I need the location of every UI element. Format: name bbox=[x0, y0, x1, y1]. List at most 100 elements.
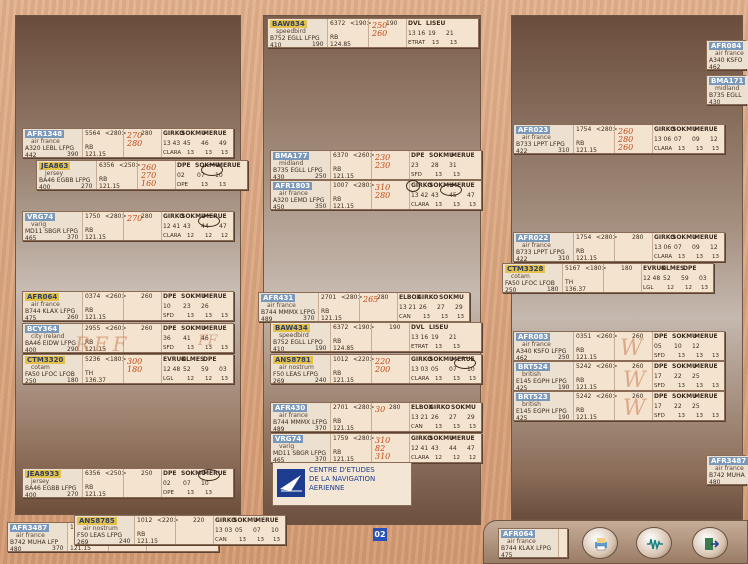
company: cotam bbox=[31, 364, 50, 371]
time-3: 12 bbox=[692, 343, 700, 350]
company: british bbox=[522, 401, 541, 408]
flight-strip-ctm3320[interactable]: CTM3320 cotam FA50 LFOC LFOB 250 5236 <18… bbox=[22, 354, 234, 385]
beacon-3: MERUE bbox=[203, 325, 227, 332]
frequency: 121.15 bbox=[321, 315, 342, 322]
flight-strip-brt524[interactable]: BRT524 british E145 EGPH LFPG 425 5242 <2… bbox=[513, 361, 725, 392]
departure: MMMX bbox=[278, 309, 299, 316]
min-2: 13 bbox=[205, 490, 212, 496]
flight-strip-vrg74b[interactable]: VRG74 varig MD11 SBGR LFPG 465 1759 <280>… bbox=[270, 433, 482, 464]
speed-line: 462 bbox=[709, 64, 748, 71]
sector: LGL bbox=[163, 376, 174, 382]
company: varig bbox=[31, 221, 47, 228]
beacon-2: LISEU bbox=[426, 20, 446, 27]
flight-strip-ctm3328[interactable]: CTM3328 cotam FA50 LFOC LFOB 250 5167 <18… bbox=[502, 263, 714, 294]
time-2: 45 bbox=[183, 140, 191, 147]
flight-strip-ans8781[interactable]: ANS8781 air nostrum F50 LEAS LFPG 269 10… bbox=[270, 354, 482, 385]
sector: SFD bbox=[654, 413, 665, 419]
flight-strip-afr064[interactable]: AFR064 air france B744 KLAX LFPG 475 037… bbox=[22, 291, 234, 322]
aircraft-type: F50 bbox=[77, 532, 89, 539]
beacon-3: MERUE bbox=[203, 130, 227, 137]
flight-strip-bma177[interactable]: BMA177 midland B735 EGLL LFPG 430 6370 <2… bbox=[270, 150, 482, 181]
page-indicator[interactable]: 02 bbox=[373, 528, 387, 541]
min-3: 13 bbox=[457, 314, 464, 320]
col-divider bbox=[161, 292, 162, 320]
col-divider bbox=[409, 323, 410, 351]
cruise-level: 190 bbox=[558, 384, 570, 391]
strip-bay-left[interactable] bbox=[15, 15, 241, 515]
exit-button[interactable] bbox=[692, 527, 728, 559]
time-3: 09 bbox=[692, 244, 700, 251]
departure: EGLL bbox=[290, 167, 306, 174]
waveform-button[interactable] bbox=[636, 527, 672, 559]
flight-strip-afr023[interactable]: AFR023 air france B733 LPPT LFPG 422 175… bbox=[513, 124, 725, 155]
handwritten-level-2: 280 bbox=[375, 191, 391, 200]
sector: ETRAT bbox=[408, 40, 426, 46]
callsign: VRG74 bbox=[25, 213, 56, 221]
handwritten-level-2: 280 bbox=[618, 135, 634, 144]
handwritten-level-3: 260 bbox=[618, 143, 634, 152]
time-3: 10 bbox=[201, 480, 209, 487]
flight-strip-afr431[interactable]: AFR431 air france B744 MMMX LFPG 489 270… bbox=[258, 292, 470, 323]
handwritten-w-1: W bbox=[620, 336, 643, 361]
company: air nostrum bbox=[83, 525, 118, 532]
min-1: 13 bbox=[678, 383, 685, 389]
aircraft-type: BA46 bbox=[25, 340, 41, 347]
col-divider bbox=[371, 151, 372, 179]
sector: CLARA bbox=[411, 202, 430, 208]
cruise-level: 240 bbox=[315, 377, 327, 384]
aircraft-type: B744 bbox=[25, 308, 41, 315]
speed: 400 bbox=[25, 492, 37, 499]
company: air france bbox=[267, 302, 296, 309]
logo-line-1: CENTRE D'ETUDES bbox=[309, 466, 375, 474]
time-4: 29 bbox=[455, 304, 463, 311]
circle-annotation bbox=[406, 180, 420, 192]
flight-strip-afr083[interactable]: AFR083 air france A340 KSFO LFPG 462 035… bbox=[513, 331, 725, 362]
time-1: 13 06 bbox=[654, 136, 672, 143]
flight-strip-afr084[interactable]: AFR084 air france A340 KSFO 462 bbox=[706, 40, 748, 71]
cruise-level: 190 bbox=[558, 414, 570, 421]
flight-strip-baw434[interactable]: BAW434 speedbird B752 EGLL LFPO 410 6372… bbox=[270, 322, 482, 353]
departure: MMMX bbox=[290, 419, 311, 426]
flight-strip-brt523[interactable]: BRT523 british E145 EGPH LFPG 425 5242 <2… bbox=[513, 391, 725, 422]
flight-strip-ans8785[interactable]: ANS8785 air nostrum F50 LEAS LFPG 269 10… bbox=[74, 515, 286, 546]
squawk: 0374 bbox=[85, 293, 101, 300]
time-1: 23 bbox=[411, 162, 419, 169]
time-2: 19 bbox=[431, 334, 439, 341]
min-2: 13 bbox=[441, 314, 448, 320]
sector: CLARA bbox=[654, 146, 673, 152]
departure: LEBL bbox=[42, 145, 58, 152]
flight-strip-baw834[interactable]: BAW834 speedbird B752 EGLL LFPG 410 6372… bbox=[267, 18, 479, 49]
flight-strip-afr3487r[interactable]: AFR3487 air france B742 MUHA 480 bbox=[706, 455, 748, 486]
sector: SFD bbox=[163, 313, 174, 319]
time-1: 12 41 bbox=[163, 223, 181, 230]
time-4: 10 bbox=[271, 527, 279, 534]
time-2: 52 bbox=[183, 366, 191, 373]
time-2: 28 bbox=[431, 162, 439, 169]
min-3: 12 bbox=[469, 455, 476, 461]
beacon-3: SOKMU bbox=[451, 404, 476, 411]
flight-strip-afr022[interactable]: AFR022 air france B733 LPPT LFPG 422 175… bbox=[513, 232, 725, 263]
min-1: 12 bbox=[187, 233, 194, 239]
flight-strip-afr430[interactable]: AFR430 air france B744 MMMX LFPG 489 270… bbox=[270, 402, 482, 433]
flight-strip-bma171[interactable]: BMA171 midland B735 EGLL 430 bbox=[706, 75, 748, 106]
beacon-2: OLMES bbox=[661, 265, 685, 272]
time-4: 49 bbox=[219, 140, 227, 147]
handwritten-level-1: 30 bbox=[375, 405, 386, 414]
col-divider bbox=[409, 434, 410, 462]
cleared-level: 280 bbox=[377, 294, 389, 301]
print-button[interactable] bbox=[582, 527, 618, 559]
flight-strip-afr064b[interactable]: AFR064 air france B744 KLAX LFPG 475 bbox=[498, 528, 568, 559]
aircraft-type: BA46 bbox=[25, 485, 41, 492]
departure: KSFO bbox=[726, 57, 743, 64]
sector: CAN bbox=[411, 424, 423, 430]
rb-code: RB bbox=[576, 347, 585, 354]
callsign: AFR023 bbox=[516, 126, 551, 134]
frequency: 124.85 bbox=[330, 41, 351, 48]
strip-callsign-block: AFR064 air france B744 KLAX LFPG 475 bbox=[499, 529, 559, 559]
col-divider bbox=[652, 332, 653, 360]
aircraft-type: E145 bbox=[516, 378, 532, 385]
col-divider bbox=[409, 355, 410, 383]
departure: KLAX bbox=[518, 545, 535, 552]
min-2: 12 bbox=[205, 376, 212, 382]
flight-strip-afr1348[interactable]: AFR1348 air france A320 LEBL LFPG 442 55… bbox=[22, 128, 234, 159]
